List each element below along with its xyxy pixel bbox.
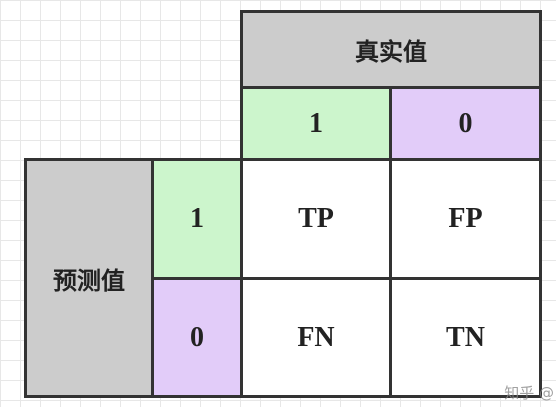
actual-label-negative: 0 — [389, 86, 542, 161]
actual-label-positive: 1 — [240, 86, 392, 161]
predicted-value-header: 预测值 — [24, 158, 154, 398]
watermark-text: 知乎 @ — [504, 384, 554, 402]
true-positive-cell: TP — [240, 158, 392, 280]
false-positive-cell: FP — [389, 158, 542, 280]
actual-value-header: 真实值 — [240, 10, 542, 89]
predicted-label-negative: 0 — [151, 277, 243, 398]
false-negative-cell: FN — [240, 277, 392, 398]
true-negative-cell: TN — [389, 277, 542, 398]
predicted-label-positive: 1 — [151, 158, 243, 280]
